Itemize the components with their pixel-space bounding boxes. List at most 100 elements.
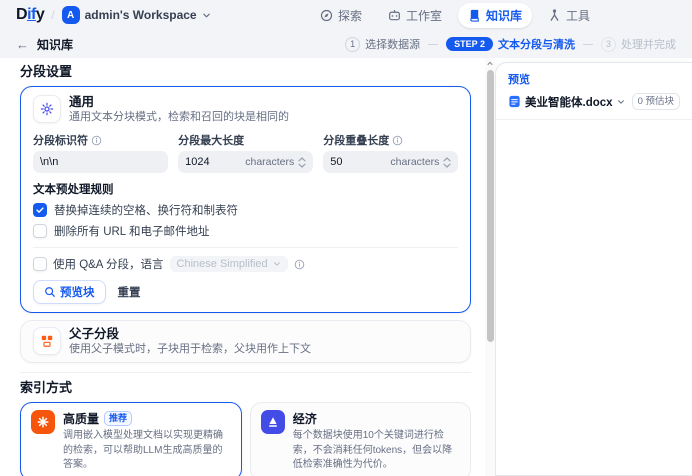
reset-button[interactable]: 重置 xyxy=(118,284,141,300)
max-length-input[interactable] xyxy=(185,156,241,168)
step-3-number: 3 xyxy=(601,37,616,52)
chevron-down-icon xyxy=(273,260,281,268)
field-max-length: 分段最大长度 characters xyxy=(178,132,313,173)
nav-item-studio[interactable]: 工作室 xyxy=(378,3,452,28)
preview-file-name: 美业智能体.docx xyxy=(525,94,613,110)
max-length-input-box: characters xyxy=(178,151,313,173)
overlap-unit: characters xyxy=(390,156,439,168)
checkbox-unchecked-icon[interactable] xyxy=(33,224,47,238)
overlap-stepper[interactable] xyxy=(443,157,451,168)
workspace-name: admin's Workspace xyxy=(85,8,197,22)
max-length-stepper[interactable] xyxy=(298,157,306,168)
stepper-up-icon xyxy=(443,157,451,162)
step-1: 1 选择数据源 xyxy=(345,36,420,52)
rule-label: 替换掉连续的空格、换行符和制表符 xyxy=(54,202,238,218)
logo-if: if xyxy=(27,6,36,23)
step-separator xyxy=(428,44,438,45)
preview-card: 预览 美业智能体.docx 0 预估块 xyxy=(495,62,692,476)
qa-language-value: Chinese Simplified xyxy=(177,258,268,270)
sparkle-icon xyxy=(37,416,49,428)
qa-checkbox[interactable] xyxy=(33,257,47,271)
overlap-label: 分段重叠长度 xyxy=(323,132,389,148)
recommended-badge: 推荐 xyxy=(104,411,132,426)
breadcrumb-slash: / xyxy=(51,8,54,22)
parent-child-icon-box xyxy=(33,327,61,355)
rule-remove-urls[interactable]: 删除所有 URL 和电子邮件地址 xyxy=(33,223,458,239)
preview-chunks-label: 预览块 xyxy=(60,284,95,300)
delimiter-input-box xyxy=(33,151,168,173)
step-1-label: 选择数据源 xyxy=(365,36,420,52)
info-icon[interactable] xyxy=(392,135,403,146)
high-quality-icon-box xyxy=(31,410,55,434)
back-to-knowledge[interactable]: ← 知识库 xyxy=(16,36,73,53)
field-overlap: 分段重叠长度 characters xyxy=(323,132,458,173)
nav-label: 知识库 xyxy=(486,7,522,24)
page-header: ← 知识库 1 选择数据源 STEP 2 文本分段与清洗 3 处理并完成 xyxy=(0,30,692,58)
step-2-badge: STEP 2 xyxy=(446,37,493,51)
explore-icon xyxy=(320,9,333,22)
workspace-selector[interactable]: A admin's Workspace xyxy=(62,6,211,24)
general-title: 通用 xyxy=(69,95,289,110)
primary-nav: 探索 工作室 知识库 工具 xyxy=(310,3,600,28)
nav-item-knowledge[interactable]: 知识库 xyxy=(458,3,532,28)
step-separator xyxy=(583,44,593,45)
stepper-down-icon xyxy=(298,163,306,168)
general-desc: 通用文本分块模式，检索和召回的块是相同的 xyxy=(69,111,289,124)
studio-icon xyxy=(388,9,401,22)
parent-child-title: 父子分段 xyxy=(69,327,311,342)
magnifier-icon xyxy=(44,286,56,298)
estimated-chunks-badge: 0 预估块 xyxy=(632,93,680,110)
preview-title: 预览 xyxy=(508,71,680,87)
step-1-number: 1 xyxy=(345,37,360,52)
rule-replace-whitespace[interactable]: 替换掉连续的空格、换行符和制表符 xyxy=(33,202,458,218)
overlap-input[interactable] xyxy=(330,156,386,168)
content-area: 分段设置 通用 通用文本分块模式，检索和召回的块是相同的 分段标识符 xyxy=(0,58,692,476)
qa-label: 使用 Q&A 分段，语言 xyxy=(53,256,164,272)
economical-title: 经济 xyxy=(293,410,317,427)
parent-child-desc: 使用父子模式时，子块用于检索，父块用作上下文 xyxy=(69,343,311,356)
step-2-label: 文本分段与清洗 xyxy=(498,36,575,52)
main-scrollbar[interactable] xyxy=(485,58,495,476)
delimiter-input[interactable] xyxy=(40,156,161,168)
preprocess-rules-title: 文本预处理规则 xyxy=(33,181,458,197)
sailboat-icon xyxy=(267,416,279,428)
info-icon[interactable] xyxy=(91,135,102,146)
tools-icon xyxy=(548,9,561,22)
chevron-down-icon xyxy=(202,11,211,20)
qa-segmentation-row: 使用 Q&A 分段，语言 Chinese Simplified xyxy=(33,256,458,272)
check-icon xyxy=(35,205,45,215)
preview-panel: 预览 美业智能体.docx 0 预估块 xyxy=(495,58,692,476)
preview-file-selector[interactable]: 美业智能体.docx xyxy=(508,94,625,110)
brand-area: Dify / A admin's Workspace xyxy=(16,6,211,24)
chunk-mode-general-card[interactable]: 通用 通用文本分块模式，检索和召回的块是相同的 分段标识符 分段最大 xyxy=(20,86,471,313)
high-quality-title: 高质量 xyxy=(63,410,99,427)
index-method-high-quality-card[interactable]: 高质量 推荐 调用嵌入模型处理文档以实现更精确的检索，可以帮助LLM生成高质量的… xyxy=(20,402,242,476)
top-bar: Dify / A admin's Workspace 探索 工作室 知识库 工具 xyxy=(0,0,692,30)
preview-chunks-button[interactable]: 预览块 xyxy=(33,280,106,304)
step-3-label: 处理并完成 xyxy=(621,36,676,52)
index-method-section-title: 索引方式 xyxy=(20,380,471,396)
step-2-current: STEP 2 文本分段与清洗 xyxy=(446,36,575,52)
nav-label: 工作室 xyxy=(406,7,442,24)
scrollbar-up-arrow[interactable] xyxy=(487,61,493,66)
general-icon-box xyxy=(33,95,61,123)
qa-language-select[interactable]: Chinese Simplified xyxy=(170,256,288,272)
scrollbar-thumb[interactable] xyxy=(487,70,494,342)
checkbox-checked-icon[interactable] xyxy=(33,203,47,217)
back-arrow-icon: ← xyxy=(16,37,29,52)
rule-label: 删除所有 URL 和电子邮件地址 xyxy=(54,223,209,239)
nav-item-tools[interactable]: 工具 xyxy=(538,3,600,28)
field-delimiter: 分段标识符 xyxy=(33,132,168,173)
nav-item-explore[interactable]: 探索 xyxy=(310,3,372,28)
index-method-economical-card[interactable]: 经济 每个数据块使用10个关键词进行检索，不会消耗任何tokens，但会以降低检… xyxy=(250,402,472,476)
workspace-avatar: A xyxy=(62,6,80,24)
chunk-mode-parent-child-card[interactable]: 父子分段 使用父子模式时，子块用于检索，父块用作上下文 xyxy=(20,320,471,363)
gear-icon xyxy=(40,102,54,116)
high-quality-desc: 调用嵌入模型处理文档以实现更精确的检索，可以帮助LLM生成高质量的答案。 xyxy=(63,429,231,473)
stepper-up-icon xyxy=(298,157,306,162)
section-divider xyxy=(20,372,471,373)
nav-label: 探索 xyxy=(338,7,362,24)
settings-panel: 分段设置 通用 通用文本分块模式，检索和召回的块是相同的 分段标识符 xyxy=(0,58,485,476)
dify-logo[interactable]: Dify xyxy=(16,6,44,24)
info-icon[interactable] xyxy=(294,259,305,270)
